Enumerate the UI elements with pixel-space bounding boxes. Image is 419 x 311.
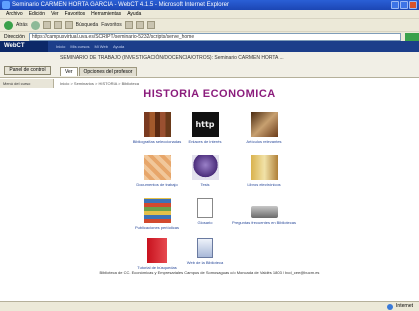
- status-zone: Internet: [387, 302, 413, 311]
- resource-faq[interactable]: Preguntas frecuentes en Bibliotecas: [224, 198, 304, 225]
- resource-label[interactable]: Web de la Biblioteca: [165, 260, 245, 265]
- resource-label[interactable]: Publicaciones periódicas: [117, 225, 197, 230]
- page-footer: Biblioteca de CC. Económicas y Empresari…: [99, 270, 320, 275]
- folder-icon[interactable]: [147, 238, 167, 263]
- internet-zone-icon: [387, 303, 394, 310]
- resource-library-web[interactable]: Web de la Biblioteca: [165, 238, 245, 265]
- board-icon[interactable]: [197, 198, 213, 218]
- resource-label[interactable]: Preguntas frecuentes en Bibliotecas: [224, 220, 304, 225]
- ebooks-icon[interactable]: [250, 155, 278, 180]
- resource-articles[interactable]: Artículos relevantes: [224, 112, 304, 144]
- status-bar: Internet: [0, 301, 419, 311]
- projector-icon[interactable]: [250, 206, 278, 218]
- status-zone-label: Internet: [396, 303, 413, 309]
- resource-label[interactable]: Artículos relevantes: [224, 139, 304, 144]
- graduation-cap-icon[interactable]: [191, 155, 219, 180]
- resource-label[interactable]: Libros electrónicos: [224, 182, 304, 187]
- http-icon[interactable]: http: [191, 112, 219, 137]
- open-book-icon[interactable]: [250, 112, 278, 137]
- resource-grid: Bibliografías seleccionadas http Enlaces…: [0, 0, 419, 311]
- resource-ebooks[interactable]: Libros electrónicos: [224, 155, 304, 187]
- file-icon[interactable]: [197, 238, 213, 258]
